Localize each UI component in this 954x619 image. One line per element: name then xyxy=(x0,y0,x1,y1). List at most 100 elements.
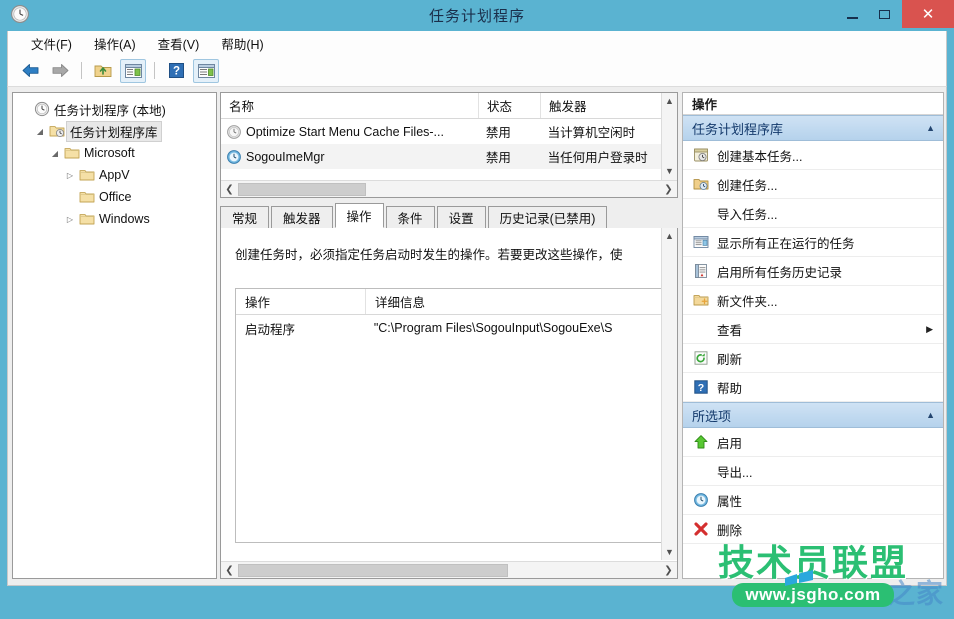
scroll-down-icon[interactable]: ▼ xyxy=(662,163,677,179)
tab-conditions[interactable]: 条件 xyxy=(386,206,435,228)
tab-history[interactable]: 历史记录(已禁用) xyxy=(488,206,608,228)
scroll-up-icon[interactable]: ▲ xyxy=(662,228,677,244)
actions-table[interactable]: 操作 详细信息 启动程序"C:\Program Files\SogouInput… xyxy=(235,288,663,543)
vertical-scroll-track[interactable] xyxy=(662,244,677,544)
question-mark-icon: ? xyxy=(689,379,713,395)
action-enable[interactable]: 启用 xyxy=(683,428,943,457)
actions-group-selected-item[interactable]: 所选项▲ xyxy=(683,402,943,428)
svg-text:?: ? xyxy=(172,66,179,78)
menu-view[interactable]: 查看(V) xyxy=(147,31,211,56)
action-delete[interactable]: 删除 xyxy=(683,515,943,544)
detail-tabstrip: 常规触发器操作条件设置历史记录(已禁用) xyxy=(220,204,678,229)
horizontal-scroll-thumb[interactable] xyxy=(238,183,366,196)
task-list[interactable]: 名称 状态 触发器 Optimize Start Menu Cache File… xyxy=(220,92,678,198)
chevron-right-icon[interactable]: ▷ xyxy=(62,215,78,224)
task-trigger-label: 当任何用户登录时 xyxy=(540,147,677,166)
tree-node-office[interactable]: Office xyxy=(13,186,216,208)
action-create-basic-task[interactable]: 创建基本任务... xyxy=(683,141,943,170)
task-row[interactable]: Optimize Start Menu Cache Files-...禁用当计算… xyxy=(221,119,677,144)
scroll-down-icon[interactable]: ▼ xyxy=(662,544,677,560)
task-list-vertical-scrollbar[interactable]: ▲ ▼ xyxy=(661,93,677,181)
tree-node-task-scheduler-local[interactable]: 任务计划程序 (本地) xyxy=(13,98,216,120)
action-view[interactable]: 查看▶ xyxy=(683,315,943,344)
tree-node-label: Microsoft xyxy=(81,146,138,160)
task-rows-container: Optimize Start Menu Cache Files-...禁用当计算… xyxy=(221,119,677,169)
vertical-scroll-track[interactable] xyxy=(662,109,677,163)
action-help[interactable]: ?帮助 xyxy=(683,373,943,402)
console-tree-pane[interactable]: 任务计划程序 (本地)◢任务计划程序库◢Microsoft▷AppVOffice… xyxy=(12,92,217,579)
tab-settings[interactable]: 设置 xyxy=(437,206,486,228)
scroll-right-icon[interactable]: ❯ xyxy=(660,565,677,576)
collapse-chevron-up-icon[interactable]: ▲ xyxy=(926,123,935,133)
action-import-task[interactable]: 导入任务... xyxy=(683,199,943,228)
collapse-chevron-up-icon[interactable]: ▲ xyxy=(926,410,935,420)
chevron-down-icon[interactable]: ◢ xyxy=(32,127,48,136)
scroll-left-icon[interactable]: ❮ xyxy=(221,184,238,195)
action-properties[interactable]: 属性 xyxy=(683,486,943,515)
scroll-up-icon[interactable]: ▲ xyxy=(662,93,677,109)
toolbar: ? xyxy=(7,55,947,87)
tab-triggers[interactable]: 触发器 xyxy=(271,206,333,228)
maximize-button[interactable] xyxy=(868,0,900,28)
tree-node-windows[interactable]: ▷Windows xyxy=(13,208,216,230)
action-new-folder[interactable]: 新文件夹... xyxy=(683,286,943,315)
task-status-label: 禁用 xyxy=(478,122,540,141)
detail-vertical-scrollbar[interactable]: ▲ ▼ xyxy=(661,228,677,560)
window-title: 任务计划程序 xyxy=(0,5,954,26)
tree-node-task-scheduler-library[interactable]: ◢任务计划程序库 xyxy=(13,120,216,142)
column-header-trigger[interactable]: 触发器 xyxy=(541,93,663,118)
new-folder-icon xyxy=(689,292,713,308)
task-row[interactable]: SogouImeMgr禁用当任何用户登录时 xyxy=(221,144,677,169)
tree-node-appv[interactable]: ▷AppV xyxy=(13,164,216,186)
help-button[interactable]: ? xyxy=(163,59,189,83)
back-button[interactable] xyxy=(17,59,43,83)
task-scheduler-window: 任务计划程序 ✕ 文件(F)操作(A)查看(V)帮助(H) xyxy=(0,0,954,619)
action-enable-all-task-history[interactable]: 启用所有任务历史记录 xyxy=(683,257,943,286)
minimize-button[interactable] xyxy=(836,0,868,28)
action-item-label: 启用所有任务历史记录 xyxy=(713,262,842,281)
tab-actions[interactable]: 操作 xyxy=(335,203,384,228)
task-row-name-cell: Optimize Start Menu Cache Files-... xyxy=(221,124,478,140)
action-export[interactable]: 导出... xyxy=(683,457,943,486)
horizontal-scroll-thumb[interactable] xyxy=(238,564,508,577)
delete-x-icon xyxy=(689,521,713,537)
scroll-right-icon[interactable]: ❯ xyxy=(660,184,677,195)
actions-table-row[interactable]: 启动程序"C:\Program Files\SogouInput\SogouEx… xyxy=(236,315,662,341)
chevron-down-icon[interactable]: ◢ xyxy=(47,149,63,158)
column-header-status[interactable]: 状态 xyxy=(479,93,541,118)
menu-action[interactable]: 操作(A) xyxy=(83,31,147,56)
clock-icon-active xyxy=(226,149,242,165)
column-header-action[interactable]: 操作 xyxy=(236,289,366,314)
task-list-horizontal-scrollbar[interactable]: ❮ ❯ xyxy=(221,180,677,197)
task-trigger-label: 当计算机空闲时 xyxy=(540,122,677,141)
column-header-details[interactable]: 详细信息 xyxy=(366,289,662,314)
menu-help[interactable]: 帮助(H) xyxy=(210,31,274,56)
action-create-task[interactable]: 创建任务... xyxy=(683,170,943,199)
up-one-level-button[interactable] xyxy=(90,59,116,83)
running-tasks-icon xyxy=(689,234,713,250)
scroll-left-icon[interactable]: ❮ xyxy=(221,565,238,576)
chevron-right-icon[interactable]: ▷ xyxy=(62,171,78,180)
action-display-running-tasks[interactable]: 显示所有正在运行的任务 xyxy=(683,228,943,257)
action-item-label: 新文件夹... xyxy=(713,291,777,310)
show-hide-console-tree-button[interactable] xyxy=(120,59,146,83)
show-hide-action-pane-button[interactable] xyxy=(193,59,219,83)
menu-file[interactable]: 文件(F) xyxy=(20,31,83,56)
refresh-icon xyxy=(689,350,713,366)
tree-node-label: Office xyxy=(96,190,134,204)
center-pane: 名称 状态 触发器 Optimize Start Menu Cache File… xyxy=(220,92,678,579)
clock-icon xyxy=(33,101,51,117)
task-row-name-cell: SogouImeMgr xyxy=(221,149,478,165)
action-item-label: 导入任务... xyxy=(713,204,777,223)
detail-horizontal-scrollbar[interactable]: ❮ ❯ xyxy=(221,561,677,578)
tree-node-microsoft[interactable]: ◢ Microsoft xyxy=(13,142,216,164)
column-header-name[interactable]: 名称 xyxy=(221,93,479,118)
tab-general[interactable]: 常规 xyxy=(220,206,269,228)
action-refresh[interactable]: 刷新 xyxy=(683,344,943,373)
action-item-label: 创建任务... xyxy=(713,175,777,194)
forward-button[interactable] xyxy=(47,59,73,83)
close-button[interactable]: ✕ xyxy=(902,0,954,28)
action-item-label: 刷新 xyxy=(713,349,742,368)
actions-group-library[interactable]: 任务计划程序库▲ xyxy=(683,115,943,141)
detail-pane: 创建任务时，必须指定任务启动时发生的操作。若要更改这些操作，使 操作 详细信息 … xyxy=(220,228,678,579)
